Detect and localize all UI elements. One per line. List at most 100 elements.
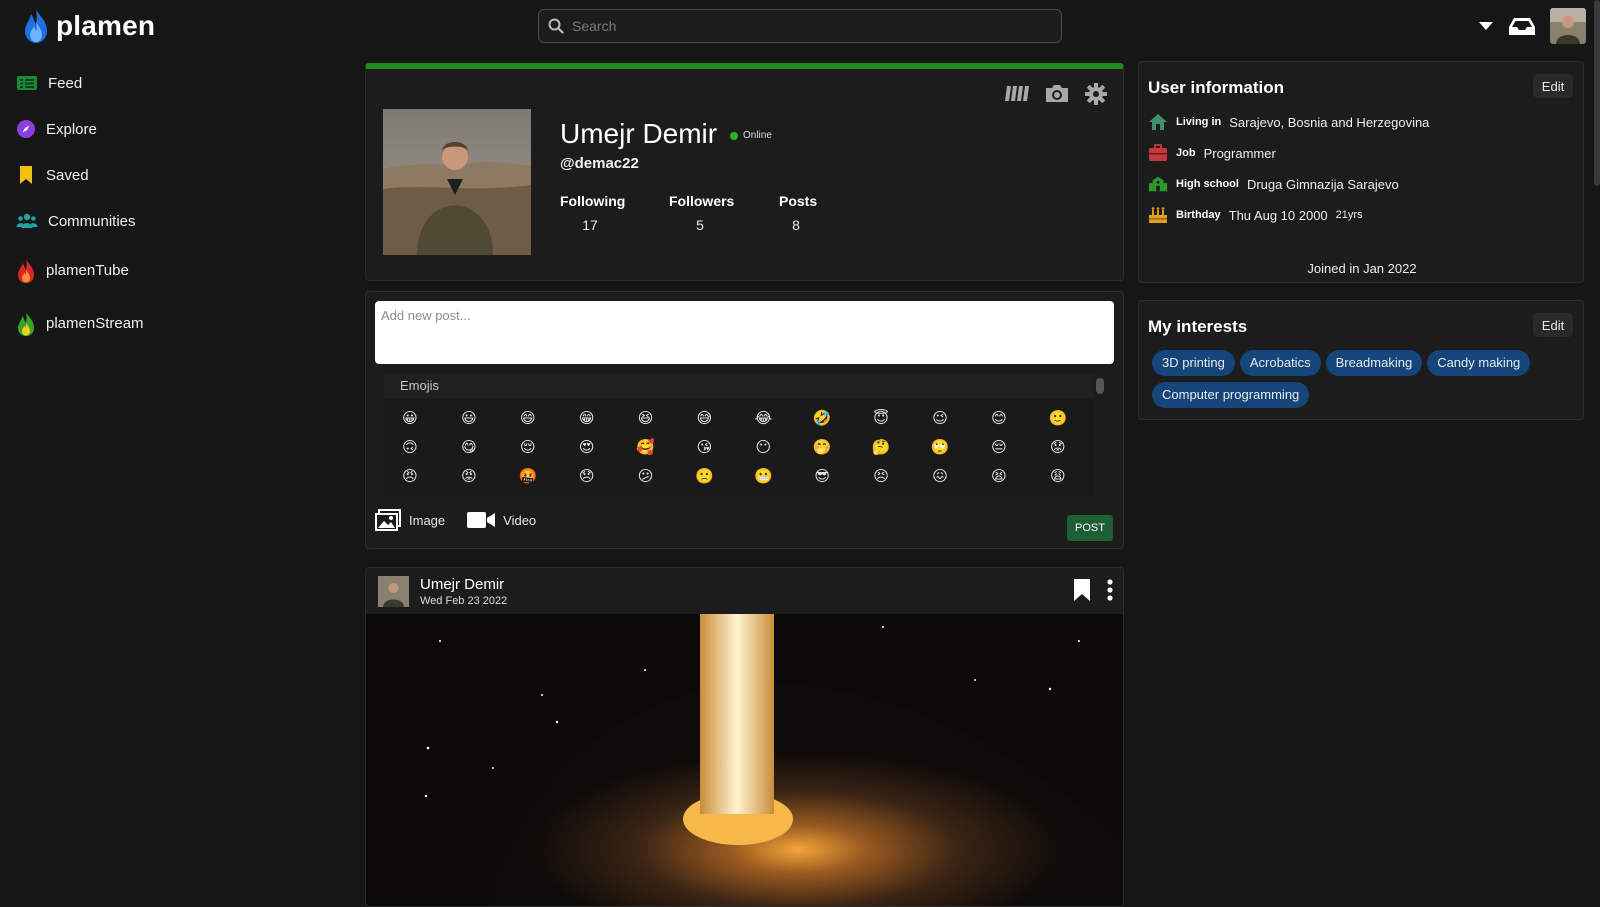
emoji-item[interactable]: 😟: [1048, 437, 1068, 457]
emoji-item[interactable]: 😀: [400, 408, 420, 428]
user-avatar[interactable]: [1550, 8, 1586, 44]
emoji-item[interactable]: 😖: [930, 466, 950, 486]
emoji-item[interactable]: 🥰: [636, 437, 656, 457]
emoji-item[interactable]: 😩: [1048, 466, 1068, 486]
emoji-item[interactable]: 😋: [459, 437, 479, 457]
post-button[interactable]: POST: [1067, 515, 1113, 541]
emoji-item[interactable]: 😌: [518, 437, 538, 457]
info-job: Job Programmer: [1148, 143, 1276, 163]
bookmark-icon[interactable]: [1073, 578, 1091, 602]
top-actions: [1478, 8, 1586, 44]
emoji-item[interactable]: 😇: [871, 408, 891, 428]
caret-down-icon[interactable]: [1478, 21, 1494, 31]
inbox-icon[interactable]: [1508, 15, 1536, 37]
emoji-item[interactable]: 😉: [930, 408, 950, 428]
new-post-input[interactable]: [375, 301, 1114, 364]
emoji-item[interactable]: 🤔: [871, 437, 891, 457]
interest-chip[interactable]: Breadmaking: [1325, 350, 1423, 376]
status-text: Online: [743, 130, 772, 141]
stat-value: 8: [792, 217, 800, 233]
users-icon: [16, 213, 38, 228]
emoji-item[interactable]: 😶: [753, 437, 773, 457]
emoji-scrollbar[interactable]: [1096, 378, 1104, 394]
emoji-item[interactable]: 😂: [753, 408, 773, 428]
app-logo[interactable]: plamen: [22, 8, 155, 44]
emoji-item[interactable]: 🤣: [812, 408, 832, 428]
interest-chip[interactable]: Candy making: [1427, 350, 1531, 376]
emoji-item[interactable]: 😕: [636, 466, 656, 486]
stat-label: Posts: [779, 193, 818, 209]
school-icon: [1148, 176, 1168, 192]
emoji-item[interactable]: 😍: [577, 437, 597, 457]
interest-chip[interactable]: Acrobatics: [1239, 350, 1321, 376]
interests-title: My interests: [1148, 317, 1248, 336]
house-icon: [1149, 114, 1167, 130]
add-video-button[interactable]: Video: [467, 509, 536, 531]
sidebar-item-feed[interactable]: Feed: [16, 60, 316, 106]
emoji-item[interactable]: 🤬: [518, 466, 538, 486]
emoji-item[interactable]: 😃: [459, 408, 479, 428]
emoji-item[interactable]: 😠: [400, 466, 420, 486]
books-icon[interactable]: [1005, 83, 1029, 103]
interest-chip[interactable]: 3D printing: [1152, 350, 1235, 376]
interest-chip[interactable]: Computer programming: [1152, 382, 1310, 408]
sidebar-item-plamenstream[interactable]: plamenStream: [16, 297, 316, 350]
interests-card: My interests Edit 3D printing Acrobatics…: [1138, 300, 1584, 420]
emoji-item[interactable]: 🤭: [812, 437, 832, 457]
emoji-item[interactable]: 😎: [812, 466, 832, 486]
post-image[interactable]: [366, 614, 1123, 906]
page-scrollbar[interactable]: [1594, 0, 1600, 186]
emoji-picker: Emojis 😀 😃 😄 😁 😆 😅 😂 🤣 😇 😉 😊 🙂 🙃 😋 😌 😍 🥰 😘 😶 🤭 🤔 🙄 😔 😟 😠 😡 🤬 😞 😕 🙁 😬 😎 😣…: [384, 374, 1094, 496]
info-value: Programmer: [1203, 145, 1276, 161]
sidebar-item-label: Explore: [46, 120, 97, 138]
stat-followers[interactable]: Followers 5: [669, 193, 734, 233]
profile-photo[interactable]: [383, 109, 531, 255]
edit-interests-button[interactable]: Edit: [1533, 313, 1573, 337]
emoji-item[interactable]: 😬: [753, 466, 773, 486]
emoji-item[interactable]: 😊: [989, 408, 1009, 428]
stat-value: 5: [696, 217, 704, 233]
search-bar[interactable]: [538, 9, 1062, 43]
compass-icon: [17, 120, 35, 138]
profile-handle: @demac22: [560, 155, 639, 172]
info-label: High school: [1176, 178, 1239, 190]
emoji-item[interactable]: 😔: [989, 437, 1009, 457]
profile-tools: [1005, 83, 1107, 105]
sidebar-item-plamentube[interactable]: plamenTube: [16, 244, 316, 297]
stat-following[interactable]: Following 17: [560, 193, 625, 233]
emoji-item[interactable]: 😆: [636, 408, 656, 428]
sidebar-item-explore[interactable]: Explore: [16, 106, 316, 152]
stat-posts[interactable]: Posts 8: [779, 193, 818, 233]
info-birthday: Birthday Thu Aug 10 2000 21yrs: [1148, 205, 1363, 225]
emoji-item[interactable]: 🙃: [400, 437, 420, 457]
info-value: Sarajevo, Bosnia and Herzegovina: [1229, 114, 1430, 130]
briefcase-icon: [1149, 144, 1167, 161]
feed-icon: [17, 76, 37, 90]
emoji-item[interactable]: 🙄: [930, 437, 950, 457]
post-author-avatar[interactable]: [378, 576, 409, 607]
emoji-item[interactable]: 😣: [871, 466, 891, 486]
camera-icon[interactable]: [1045, 83, 1069, 103]
more-vertical-icon[interactable]: [1107, 579, 1113, 601]
sidebar-item-communities[interactable]: Communities: [16, 198, 316, 244]
emoji-item[interactable]: 😫: [989, 466, 1009, 486]
emoji-item[interactable]: 😄: [518, 408, 538, 428]
sidebar-item-saved[interactable]: Saved: [16, 152, 316, 198]
gear-icon[interactable]: [1085, 83, 1107, 105]
emoji-item[interactable]: 🙂: [1048, 408, 1068, 428]
emoji-item[interactable]: 😡: [459, 466, 479, 486]
emoji-item[interactable]: 🙁: [694, 466, 714, 486]
emoji-item[interactable]: 😞: [577, 466, 597, 486]
app-name: plamen: [56, 10, 156, 41]
emoji-item[interactable]: 😅: [694, 408, 714, 428]
sidebar: Feed Explore Saved Communities plamenTub…: [16, 60, 316, 350]
info-value: Thu Aug 10 2000: [1228, 207, 1328, 223]
avatar-photo: [1550, 8, 1586, 44]
edit-user-info-button[interactable]: Edit: [1533, 74, 1573, 98]
search-input[interactable]: [570, 17, 1044, 35]
emoji-item[interactable]: 😁: [577, 408, 597, 428]
add-image-button[interactable]: Image: [375, 509, 445, 531]
post-author[interactable]: Umejr Demir: [420, 576, 504, 593]
emoji-item[interactable]: 😘: [694, 437, 714, 457]
sidebar-item-label: plamenTube: [46, 262, 129, 279]
